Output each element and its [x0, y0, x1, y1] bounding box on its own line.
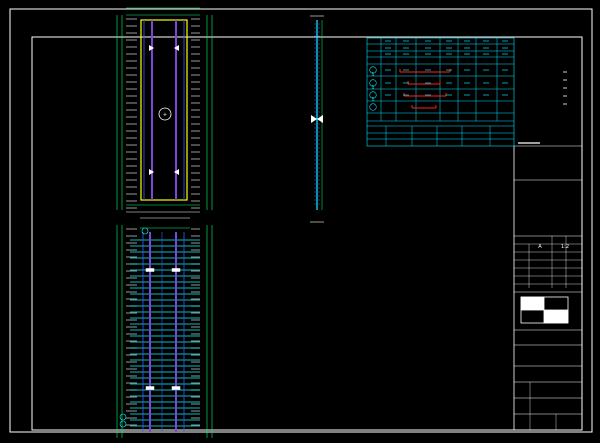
- section-marker-c-label: 1: [371, 97, 374, 103]
- title-scale-label: 1:2: [561, 244, 569, 250]
- title-block-logo-fill: [543, 309, 569, 324]
- title-section-marker: A: [538, 244, 542, 250]
- cad-drawing: + 1 1 1 1:2 A: [0, 0, 600, 443]
- section-marker-a-label: 1: [371, 72, 374, 78]
- lower-beam-marker: [171, 386, 181, 390]
- lower-beam-marker: [145, 386, 155, 390]
- lower-beam-marker: [171, 268, 181, 272]
- title-block-logo-fill: [520, 296, 545, 311]
- center-marker-label: +: [163, 112, 167, 118]
- drawing-background: [0, 0, 600, 443]
- lower-beam-marker: [145, 268, 155, 272]
- cad-drawing-canvas: + 1 1 1 1:2 A: [0, 0, 600, 443]
- section-marker-b-label: 1: [371, 85, 374, 91]
